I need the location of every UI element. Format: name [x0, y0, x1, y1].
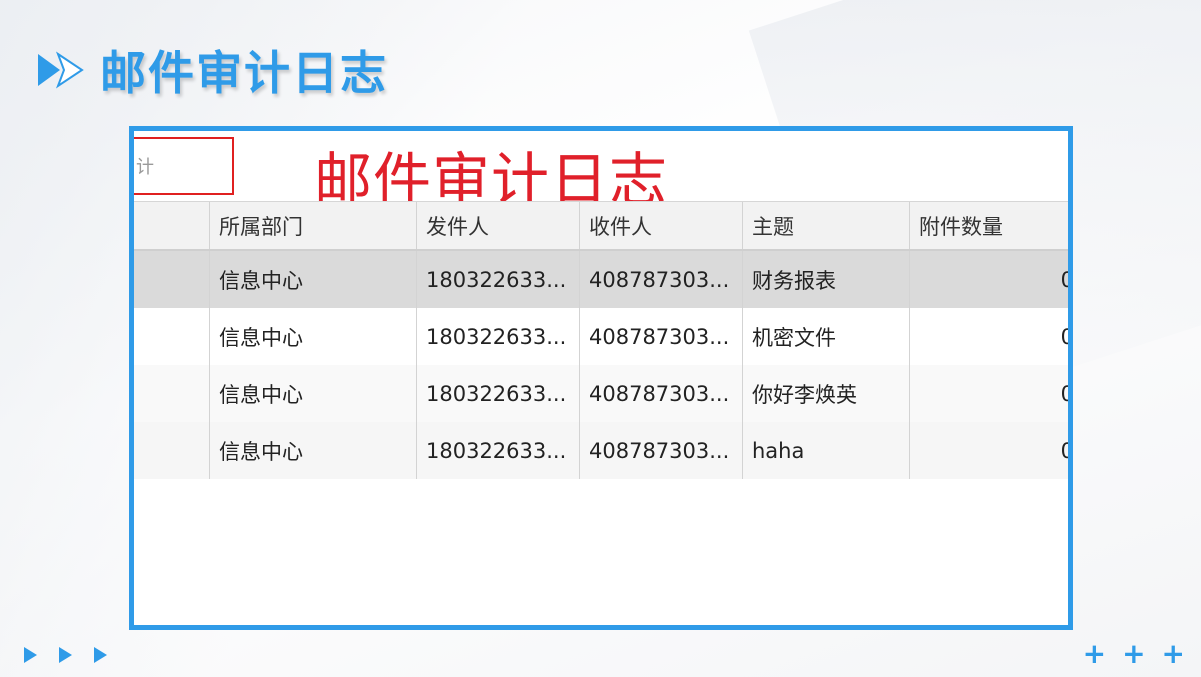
table-header: 所属部门 发件人 收件人 主题 附件数量: [134, 201, 1068, 251]
column-header-attachments[interactable]: 附件数量: [910, 202, 1068, 249]
cell-sender: 180322633...: [417, 422, 580, 479]
triangle-icon: [59, 647, 72, 663]
slide-header: 邮件审计日志: [36, 40, 388, 100]
table-row[interactable]: 信息中心 180322633... 408787303... 你好李焕英 0: [134, 365, 1068, 422]
cell-attachments: 0: [910, 422, 1068, 479]
cell-recipient: 408787303...: [580, 308, 743, 365]
plus-icon: +: [1161, 637, 1185, 670]
triangle-icon: [94, 647, 107, 663]
cell-sender: 180322633...: [417, 365, 580, 422]
table-row[interactable]: 信息中心 180322633... 408787303... 机密文件 0: [134, 308, 1068, 365]
cell-attachments: 0: [910, 365, 1068, 422]
cell-recipient: 408787303...: [580, 365, 743, 422]
row-selector[interactable]: [134, 422, 210, 479]
cell-attachments-value: 0: [1061, 325, 1068, 349]
screenshot-frame: 计 邮件审计日志 所属部门 发件人 收件人 主题 附件数量 信息中心 18032…: [129, 126, 1073, 630]
cell-department: 信息中心: [210, 308, 417, 365]
footer-arrows: [24, 647, 107, 663]
row-selector[interactable]: [134, 251, 210, 308]
column-header-recipient[interactable]: 收件人: [580, 202, 743, 249]
row-selector[interactable]: [134, 365, 210, 422]
row-selector[interactable]: [134, 308, 210, 365]
column-header-subject[interactable]: 主题: [743, 202, 910, 249]
cell-subject: 你好李焕英: [743, 365, 910, 422]
column-header-select[interactable]: [134, 202, 210, 249]
cell-attachments-value: 0: [1061, 268, 1068, 292]
cell-department: 信息中心: [210, 251, 417, 308]
double-arrow-icon: [38, 51, 84, 89]
plus-icon: +: [1122, 637, 1146, 670]
cell-attachments: 0: [910, 308, 1068, 365]
cell-sender: 180322633...: [417, 251, 580, 308]
plus-icon: +: [1082, 637, 1107, 670]
cell-department: 信息中心: [210, 365, 417, 422]
cell-attachments-value: 0: [1061, 439, 1068, 463]
cell-subject: 机密文件: [743, 308, 910, 365]
table-row[interactable]: 信息中心 180322633... 408787303... 财务报表 0: [134, 251, 1068, 308]
cell-recipient: 408787303...: [580, 251, 743, 308]
cell-subject: 财务报表: [743, 251, 910, 308]
table-row[interactable]: 信息中心 180322633... 408787303... haha 0: [134, 422, 1068, 479]
search-text: 计: [136, 157, 154, 178]
cell-recipient: 408787303...: [580, 422, 743, 479]
footer-plus-decoration: + + +: [1083, 640, 1185, 668]
cell-attachments-value: 0: [1061, 382, 1068, 406]
search-input[interactable]: 计: [134, 137, 234, 195]
triangle-icon: [24, 647, 37, 663]
mail-audit-table: 所属部门 发件人 收件人 主题 附件数量 信息中心 180322633... 4…: [134, 201, 1068, 479]
cell-department: 信息中心: [210, 422, 417, 479]
cell-attachments: 0: [910, 251, 1068, 308]
cell-subject: haha: [743, 422, 910, 479]
column-header-department[interactable]: 所属部门: [210, 202, 417, 249]
toolbar: 计 邮件审计日志: [134, 131, 1068, 214]
slide-title: 邮件审计日志: [100, 46, 388, 100]
cell-sender: 180322633...: [417, 308, 580, 365]
column-header-sender[interactable]: 发件人: [417, 202, 580, 249]
